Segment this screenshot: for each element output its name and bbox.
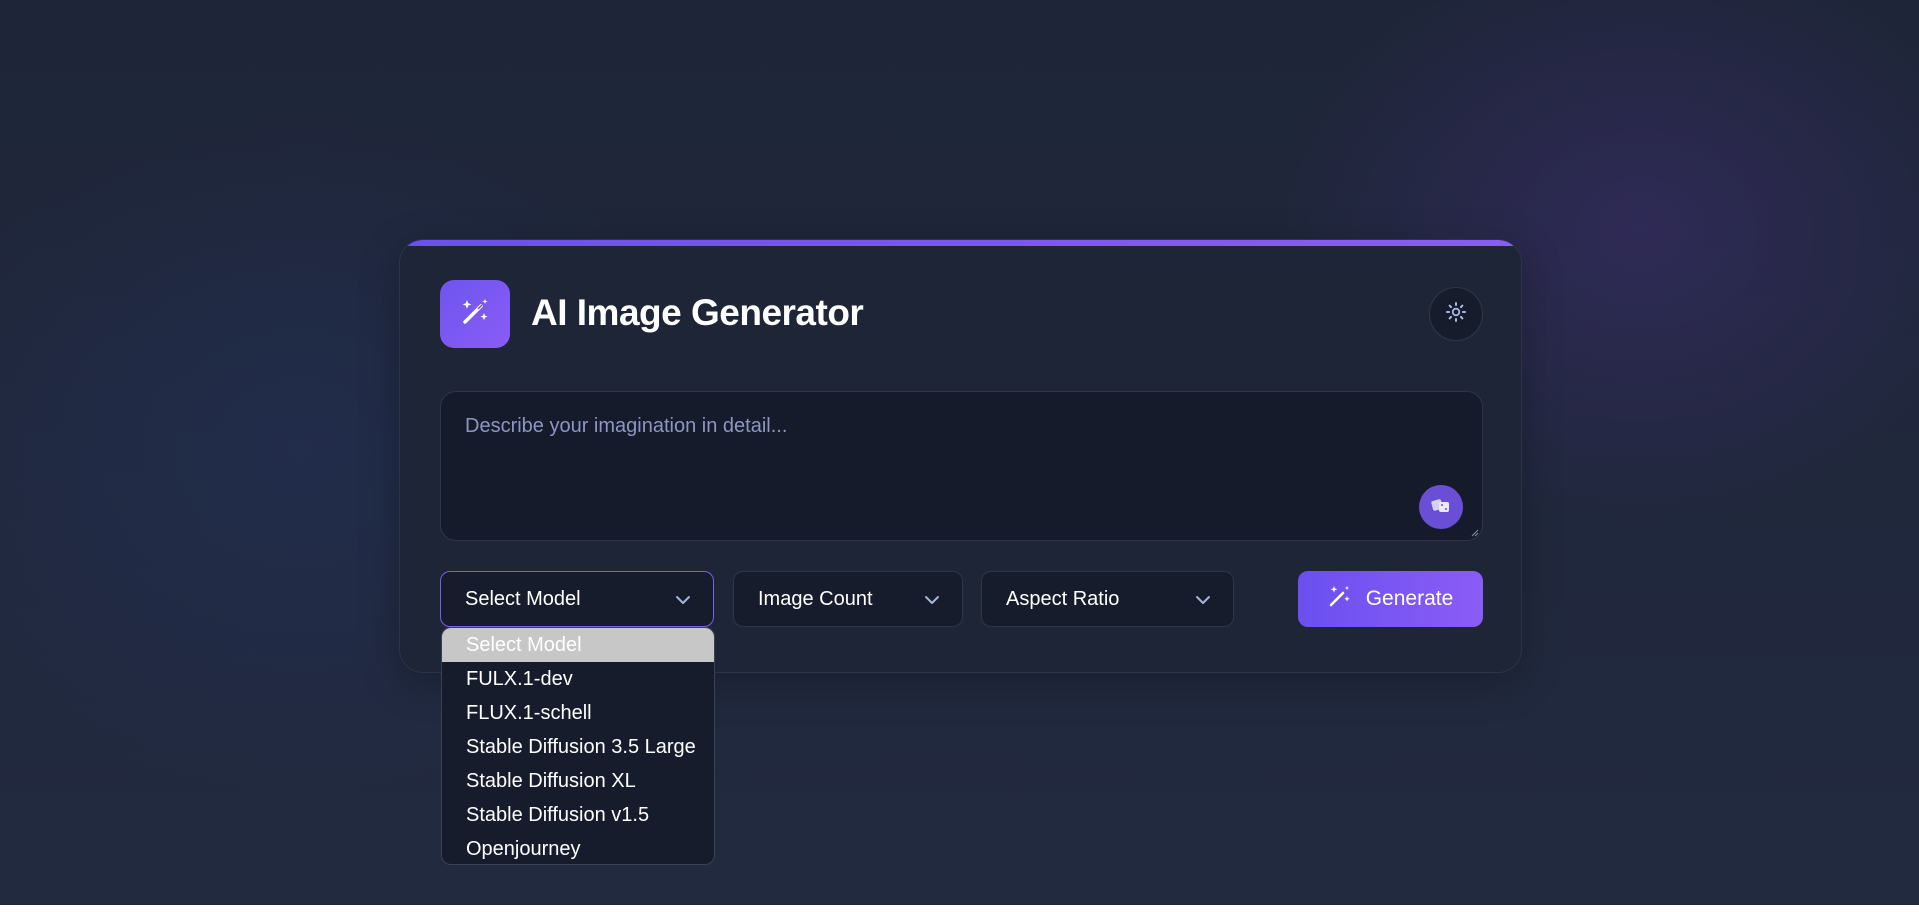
theme-toggle-button[interactable] [1429,287,1483,341]
resize-handle-icon[interactable] [1471,529,1479,537]
random-prompt-button[interactable] [1419,485,1463,529]
chevron-down-icon [676,596,690,604]
magic-wand-icon [1328,584,1352,614]
card-accent-bar [400,240,1521,246]
model-option[interactable]: Select Model [442,628,714,662]
model-option[interactable]: Openjourney [442,832,714,864]
magic-wand-sparkles-icon [459,296,491,333]
page-bottom-strip [0,905,1919,912]
prompt-container [440,391,1483,541]
model-option[interactable]: Stable Diffusion XL [442,764,714,798]
image-count-select-value: Image Count [758,587,873,610]
dice-icon [1430,495,1452,520]
sun-icon [1445,301,1467,328]
generator-card: AI Image Generator Describe your imagina… [399,239,1522,673]
model-option[interactable]: FLUX.1-schell [442,696,714,730]
chevron-down-icon [1196,596,1210,604]
aspect-ratio-select[interactable]: Aspect Ratio [981,571,1234,627]
model-option[interactable]: Stable Diffusion 3.5 Large [442,730,714,764]
app-title: AI Image Generator [531,292,864,333]
prompt-textarea[interactable] [441,392,1482,540]
aspect-ratio-select-value: Aspect Ratio [1006,587,1120,610]
generate-button[interactable]: Generate [1298,571,1483,627]
model-option[interactable]: Stable Diffusion v1.5 [442,798,714,832]
app-logo [440,280,510,348]
generate-button-label: Generate [1365,587,1454,610]
model-select-value: Select Model [465,587,581,610]
chevron-down-icon [925,596,939,604]
model-select[interactable]: Select Model [440,571,714,627]
model-option[interactable]: FULX.1-dev [442,662,714,696]
model-dropdown-list: Select Model FULX.1-dev FLUX.1-schell St… [441,627,715,865]
image-count-select[interactable]: Image Count [733,571,963,627]
